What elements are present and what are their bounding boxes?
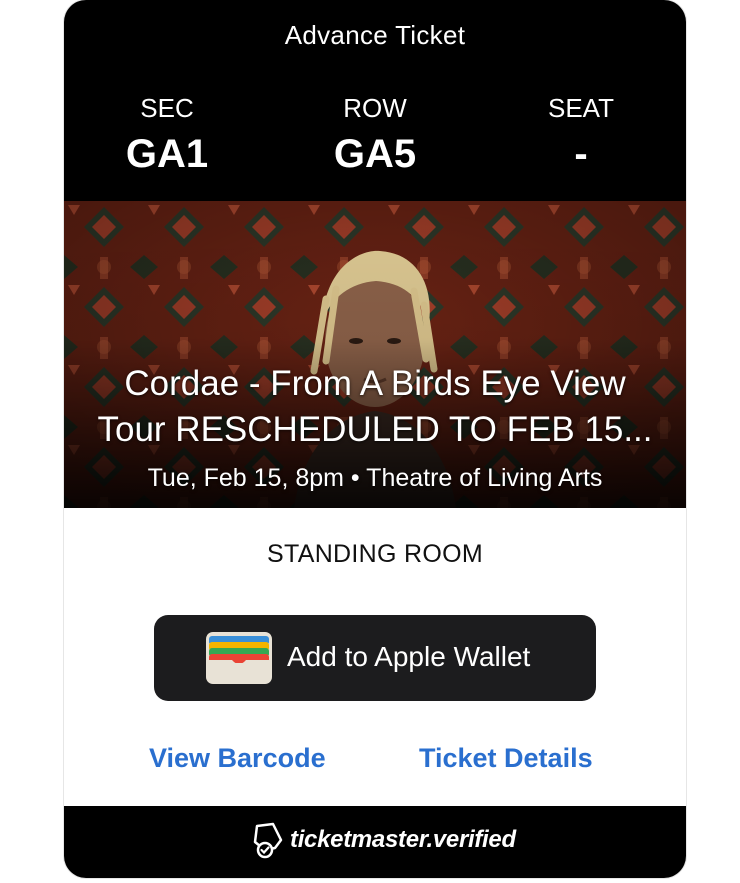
ticket-type-label: Advance Ticket bbox=[284, 20, 466, 50]
view-barcode-link[interactable]: View Barcode bbox=[149, 743, 326, 774]
ticketmaster-verified-brand: ticketmaster.verified bbox=[290, 826, 516, 853]
event-image: Cordae - From A Birds Eye View Tour RESC… bbox=[64, 201, 686, 508]
section-info: SEC GA1 bbox=[67, 93, 267, 177]
apple-wallet-icon bbox=[206, 632, 272, 684]
event-title: Cordae - From A Birds Eye View Tour RESC… bbox=[74, 361, 676, 453]
ticketmaster-verified-icon bbox=[253, 822, 283, 859]
add-to-apple-wallet-label: Add to Apple Wallet bbox=[287, 641, 531, 672]
event-title-line-1: Cordae - From A Birds Eye View bbox=[124, 364, 626, 403]
sec-label: SEC bbox=[140, 93, 194, 123]
event-date-venue: Tue, Feb 15, 8pm • Theatre of Living Art… bbox=[147, 464, 603, 492]
sec-value: GA1 bbox=[125, 132, 209, 176]
row-value: GA5 bbox=[333, 132, 417, 176]
event-title-line-2: Tour RESCHEDULED TO FEB 15... bbox=[97, 410, 653, 449]
ticketmaster-verified-footer: ticketmaster.verified bbox=[64, 806, 686, 878]
ticket-header: Advance Ticket SEC GA1 ROW GA5 SEAT - bbox=[64, 0, 686, 201]
ticket-card: Advance Ticket SEC GA1 ROW GA5 SEAT - Co… bbox=[64, 0, 686, 878]
row-label: ROW bbox=[343, 93, 407, 123]
seat-info: SEAT - bbox=[481, 93, 681, 177]
seat-label: SEAT bbox=[548, 93, 614, 123]
seat-value: - bbox=[574, 132, 588, 176]
event-photo bbox=[64, 201, 686, 508]
add-to-apple-wallet-button[interactable]: Add to Apple Wallet bbox=[154, 615, 596, 701]
seating-section-name: STANDING ROOM bbox=[267, 540, 483, 568]
row-info: ROW GA5 bbox=[275, 93, 475, 177]
ticket-details-link[interactable]: Ticket Details bbox=[419, 743, 593, 774]
